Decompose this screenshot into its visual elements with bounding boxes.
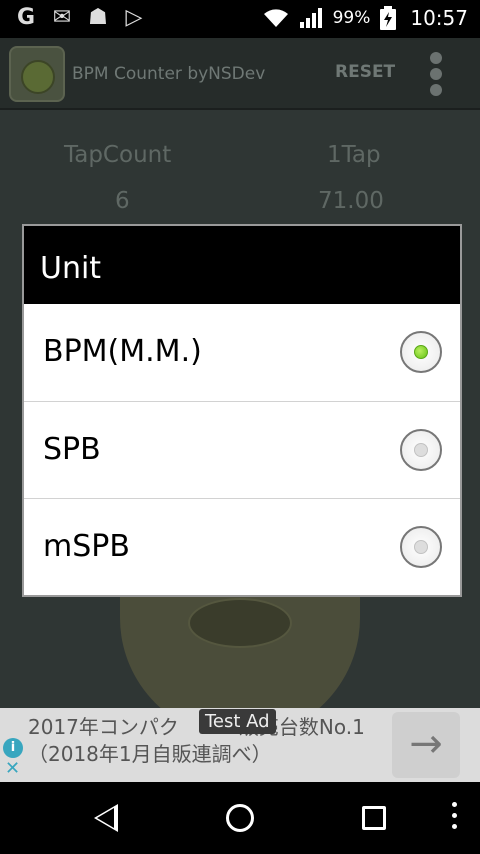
option-spb[interactable]: SPB: [24, 401, 460, 498]
option-label: BPM(M.M.): [43, 334, 202, 369]
tap-count-label: TapCount: [64, 142, 172, 168]
option-label: mSPB: [43, 529, 130, 564]
g-icon: G: [16, 5, 36, 30]
dialog-title: Unit: [24, 226, 460, 304]
ad-close-icon[interactable]: ✕: [5, 758, 20, 779]
radio-button[interactable]: [400, 429, 442, 471]
notification-icons: G ✉ ☗ ▷: [14, 6, 146, 30]
wifi-icon: [263, 9, 288, 27]
app-title: BPM Counter byNSDev: [72, 64, 266, 84]
battery-charging-icon: [380, 6, 397, 30]
radio-button-checked[interactable]: [400, 331, 442, 373]
one-tap-value: 71.00: [318, 188, 384, 214]
clock: 10:57: [410, 6, 468, 30]
more-icon[interactable]: [450, 802, 458, 835]
play-store-icon: ▷: [125, 5, 143, 30]
tap-count-value: 6: [115, 188, 130, 214]
app-logo[interactable]: [9, 46, 65, 102]
option-mspb[interactable]: mSPB: [24, 498, 460, 595]
ad-info-icon[interactable]: i: [3, 738, 23, 758]
recent-apps-icon[interactable]: [362, 806, 386, 830]
navigation-bar: [0, 782, 480, 854]
reset-button[interactable]: RESET: [335, 62, 395, 82]
one-tap-label: 1Tap: [327, 142, 381, 168]
battery-percent: 99%: [332, 8, 371, 28]
back-icon[interactable]: [94, 804, 118, 832]
signal-icon: [299, 8, 322, 28]
test-ad-badge: Test Ad: [199, 709, 276, 734]
android-icon: ☗: [88, 5, 108, 30]
action-bar: BPM Counter byNSDev RESET: [0, 38, 480, 110]
option-bpm[interactable]: BPM(M.M.): [24, 304, 460, 401]
radio-button[interactable]: [400, 526, 442, 568]
status-bar: G ✉ ☗ ▷ 99% 10:57: [0, 0, 480, 38]
option-label: SPB: [43, 432, 101, 467]
gmail-icon: ✉: [52, 5, 72, 30]
home-icon[interactable]: [226, 804, 254, 832]
ad-arrow-button[interactable]: →: [392, 712, 460, 778]
unit-dialog: Unit BPM(M.M.) SPB mSPB: [22, 224, 462, 597]
overflow-menu-icon[interactable]: [426, 50, 446, 100]
system-icons: 99% 10:57: [263, 6, 468, 30]
